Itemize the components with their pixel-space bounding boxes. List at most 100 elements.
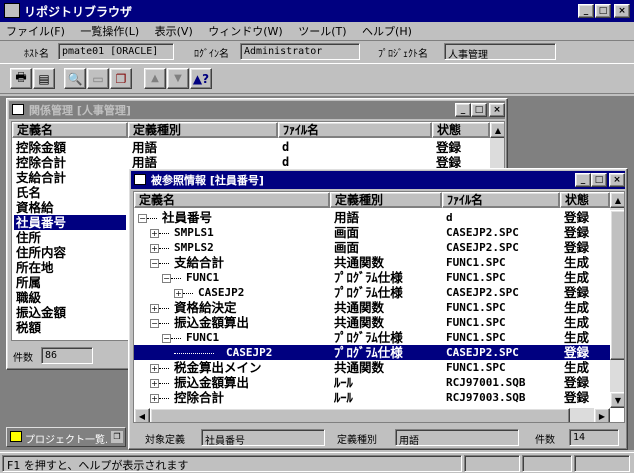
minimize-icon[interactable]: _ (578, 4, 594, 18)
window-icon[interactable]: ❐ (110, 68, 132, 89)
row-name: 社員番号 (14, 215, 126, 230)
col-header-name[interactable]: 定義名 (12, 122, 128, 138)
row-file: FUNC1.SPC (446, 331, 506, 344)
relation-count-label: 件数 (13, 353, 33, 364)
down-arrow-icon[interactable]: ▼ (167, 68, 189, 89)
col-header-type[interactable]: 定義種別 (128, 122, 278, 138)
table-row[interactable]: + SMPLS1 画面 CASEJP2.SPC 登録 (134, 225, 610, 240)
tree-line (174, 353, 214, 354)
expand-icon[interactable]: + (150, 394, 159, 403)
row-type: 画面 (334, 240, 360, 255)
table-row[interactable]: CASEJP2 ﾌﾟﾛｸﾞﾗﾑ仕様 CASEJP2.SPC 登録 (134, 345, 610, 360)
row-name: 税金算出メイン (174, 360, 262, 375)
maximize-icon[interactable]: □ (595, 4, 611, 18)
table-row[interactable]: − FUNC1 ﾌﾟﾛｸﾞﾗﾑ仕様 FUNC1.SPC 生成 (134, 270, 610, 285)
scroll-left-icon[interactable]: ◀ (134, 408, 150, 422)
row-name: 住所内容 (16, 245, 67, 260)
table-row[interactable]: − FUNC1 ﾌﾟﾛｸﾞﾗﾑ仕様 FUNC1.SPC 生成 (134, 330, 610, 345)
expand-icon[interactable]: + (150, 379, 159, 388)
row-name: 氏名 (16, 185, 42, 200)
expand-icon[interactable]: − (150, 259, 159, 268)
expand-icon[interactable]: − (138, 214, 147, 223)
scroll-right-icon[interactable]: ▶ (594, 408, 610, 422)
maximize-icon[interactable]: □ (471, 103, 487, 117)
referenced-count-label: 件数 (535, 435, 555, 446)
expand-icon[interactable]: + (150, 304, 159, 313)
restore-icon[interactable]: ❐ (111, 431, 123, 443)
expand-icon[interactable]: − (150, 319, 159, 328)
referenced-vscroll[interactable]: ▲ ▼ (610, 192, 624, 408)
scroll-up-icon[interactable]: ▲ (610, 192, 624, 208)
up-arrow-icon[interactable]: ▲ (144, 68, 166, 89)
menu-list-ops[interactable]: 一覧操作(L) (78, 25, 141, 38)
expand-icon[interactable]: + (150, 229, 159, 238)
expand-icon[interactable]: + (174, 289, 183, 298)
menu-window[interactable]: ウィンドウ(W) (206, 25, 284, 38)
scroll-down-icon[interactable]: ▼ (610, 392, 624, 408)
maximize-icon[interactable]: □ (591, 173, 607, 187)
row-type: ﾌﾟﾛｸﾞﾗﾑ仕様 (334, 345, 403, 360)
row-name: 資格給決定 (174, 300, 237, 315)
table-row[interactable]: + 税金算出メイン 共通関数 FUNC1.SPC 生成 (134, 360, 610, 375)
table-row[interactable]: + SMPLS2 画面 CASEJP2.SPC 登録 (134, 240, 610, 255)
scroll-up-icon[interactable]: ▲ (490, 122, 504, 138)
kind-field: 用語 (395, 429, 519, 446)
table-row[interactable]: + 資格給決定 共通関数 FUNC1.SPC 生成 (134, 300, 610, 315)
status-pane-3 (574, 455, 630, 472)
help-icon[interactable]: ▲? (190, 68, 212, 89)
col-header-name[interactable]: 定義名 (134, 192, 330, 208)
table-row[interactable]: − 振込金額算出 共通関数 FUNC1.SPC 生成 (134, 315, 610, 330)
col-header-file[interactable]: ﾌｧｲﾙ名 (278, 122, 432, 138)
col-header-type[interactable]: 定義種別 (330, 192, 442, 208)
table-row[interactable]: + CASEJP2 ﾌﾟﾛｸﾞﾗﾑ仕様 CASEJP2.SPC 登録 (134, 285, 610, 300)
table-row[interactable]: + 控除合計 ﾙｰﾙ RCJ97003.SQB 登録 (134, 390, 610, 405)
close-icon[interactable]: × (609, 173, 625, 187)
referenced-count-field: 14 (569, 429, 619, 446)
minimize-icon[interactable]: _ (455, 103, 471, 117)
list-item[interactable]: 控除金額 用語 d 登録 (12, 140, 490, 155)
referenced-hscroll[interactable]: ◀ ▶ (134, 408, 610, 422)
table-row[interactable]: − 支給合計 共通関数 FUNC1.SPC 生成 (134, 255, 610, 270)
hscroll-thumb[interactable] (150, 408, 570, 422)
close-icon[interactable]: × (614, 4, 630, 18)
row-status: 登録 (564, 225, 590, 240)
relation-window-titlebar: 関係管理 [人事管理] _ □ × (9, 101, 505, 119)
copy-icon[interactable]: ▭ (87, 68, 109, 89)
minimize-icon[interactable]: _ (575, 173, 591, 187)
login-label: ﾛｸﾞｲﾝ名 (194, 49, 229, 60)
row-status: 生成 (564, 330, 590, 345)
row-status: 登録 (564, 210, 590, 225)
row-file: CASEJP2.SPC (446, 346, 519, 359)
expand-icon[interactable]: − (162, 274, 171, 283)
menu-tools[interactable]: ツール(T) (296, 25, 348, 38)
table-row[interactable]: − 社員番号 用語 d 登録 (134, 210, 610, 225)
app-titlebar: リポジトリブラウザ _ □ × (0, 0, 634, 22)
target-field: 社員番号 (201, 429, 325, 446)
col-header-status[interactable]: 状態 (560, 192, 610, 208)
expand-icon[interactable]: + (150, 364, 159, 373)
status-pane-2 (522, 455, 572, 472)
expand-icon[interactable]: − (162, 334, 171, 343)
menu-file[interactable]: ファイル(F) (4, 25, 67, 38)
referenced-list[interactable]: 定義名 定義種別 ﾌｧｲﾙ名 状態 − 社員番号 用語 d 登録 + SMPLS1 画面 CAS… (133, 191, 625, 423)
tree-line (147, 218, 157, 219)
close-icon[interactable]: × (489, 103, 505, 117)
col-header-file[interactable]: ﾌｧｲﾙ名 (442, 192, 560, 208)
print-icon[interactable]: 🖶 (10, 68, 32, 89)
kind-label: 定義種別 (337, 435, 377, 446)
table-row[interactable]: + 振込金額算出 ﾙｰﾙ RCJ97001.SQB 登録 (134, 375, 610, 390)
expand-icon[interactable]: + (150, 244, 159, 253)
row-type: 共通関数 (334, 360, 385, 375)
menu-view[interactable]: 表示(V) (153, 25, 195, 38)
print-preview-icon[interactable]: ▤ (33, 68, 55, 89)
tree-line (159, 398, 169, 399)
col-header-status[interactable]: 状態 (432, 122, 490, 138)
menu-help[interactable]: ヘルプ(H) (360, 25, 414, 38)
search-icon[interactable]: 🔍 (64, 68, 86, 89)
status-text: F1 を押すと、ヘルプが表示されます (2, 455, 462, 472)
project-list-minimized[interactable]: プロジェクト一覧... ❐ (6, 427, 126, 447)
scroll-thumb[interactable] (610, 210, 624, 360)
referenced-window-title: 被参照情報 [社員番号] (151, 174, 264, 187)
row-type: ﾙｰﾙ (334, 375, 353, 390)
row-name: 住所 (16, 230, 42, 245)
